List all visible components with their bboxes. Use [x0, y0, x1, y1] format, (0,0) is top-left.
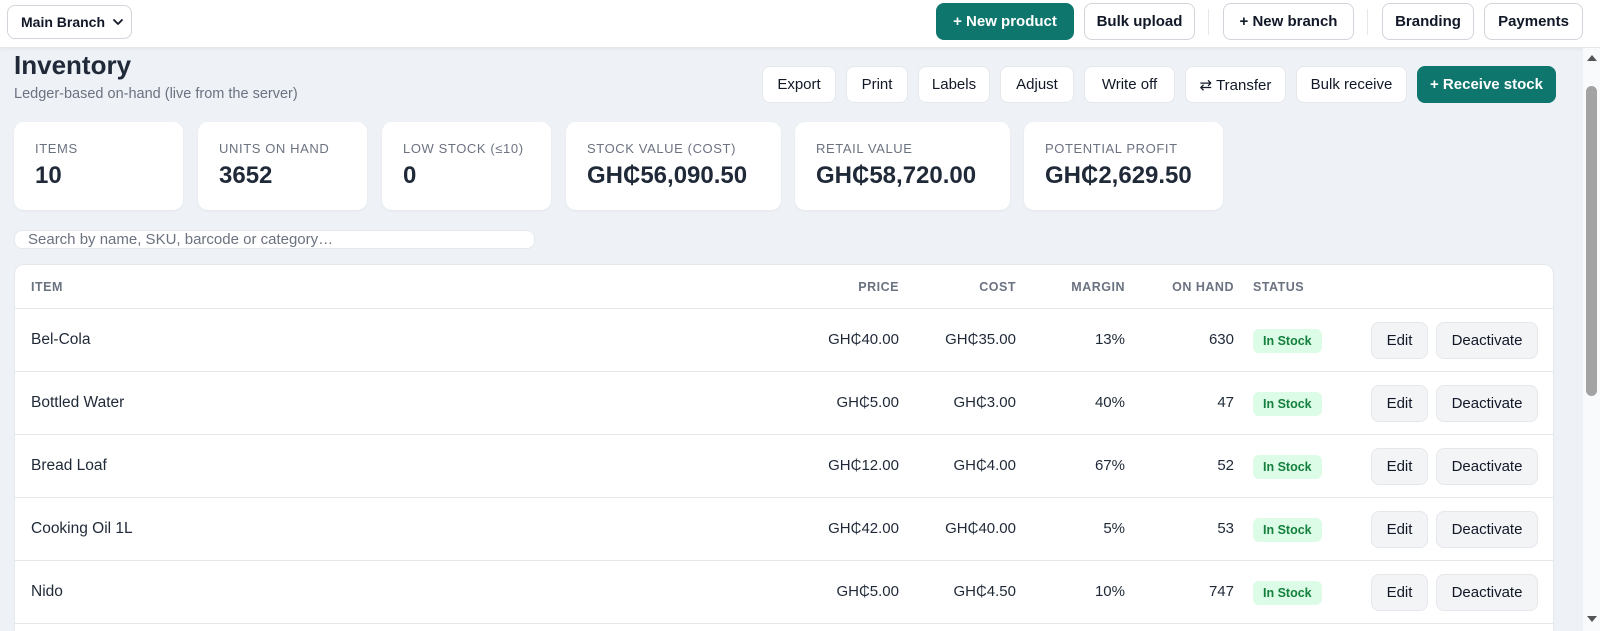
column-header-margin[interactable]: MARGIN — [1025, 280, 1125, 294]
item-on-hand: 747 — [1208, 583, 1234, 600]
stat-label: LOW STOCK (≤10) — [403, 141, 524, 156]
stat-value: 0 — [403, 162, 417, 189]
top-bar: Main Branch + New product Bulk upload + … — [0, 0, 1600, 48]
column-header-item[interactable]: ITEM — [31, 280, 63, 294]
stat-card-stock-value: STOCK VALUE (COST) GH₵56,090.50 — [566, 122, 781, 210]
item-price: GH₵42.00 — [828, 520, 899, 537]
stat-card-retail-value: RETAIL VALUE GH₵58,720.00 — [795, 122, 1010, 210]
edit-button[interactable]: Edit — [1371, 511, 1428, 548]
item-name: Bel-Cola — [31, 331, 91, 348]
receive-stock-button[interactable]: + Receive stock — [1417, 66, 1556, 103]
item-margin: 40% — [1094, 394, 1125, 411]
column-header-status[interactable]: STATUS — [1253, 280, 1304, 294]
edit-button[interactable]: Edit — [1371, 385, 1428, 422]
edit-button[interactable]: Edit — [1371, 448, 1428, 485]
inventory-table: ITEM PRICE COST MARGIN ON HAND STATUS Be… — [14, 264, 1554, 631]
chevron-down-icon — [113, 19, 123, 25]
table-row: Cooking Oil 1L GH₵42.00 GH₵40.00 5% 53 I… — [15, 498, 1553, 561]
item-price: GH₵5.00 — [836, 394, 899, 411]
item-cost: GH₵40.00 — [945, 520, 1016, 537]
item-margin: 5% — [1103, 520, 1125, 537]
item-price: GH₵5.00 — [836, 583, 899, 600]
item-name: Bottled Water — [31, 394, 125, 411]
stat-value: GH₵58,720.00 — [816, 162, 977, 189]
status-badge: In Stock — [1253, 392, 1322, 416]
page-title: Inventory — [14, 50, 132, 80]
page-subtitle: Ledger-based on-hand (live from the serv… — [14, 86, 298, 102]
branch-select[interactable]: Main Branch — [7, 5, 132, 39]
write-off-button[interactable]: Write off — [1084, 66, 1175, 103]
item-on-hand: 47 — [1217, 394, 1234, 411]
branding-button[interactable]: Branding — [1382, 3, 1474, 40]
table-row: Bottled Water GH₵5.00 GH₵3.00 40% 47 In … — [15, 372, 1553, 435]
table-row: Bread Loaf GH₵12.00 GH₵4.00 67% 52 In St… — [15, 435, 1553, 498]
toolbar-divider — [1208, 9, 1209, 35]
item-cost: GH₵4.00 — [953, 457, 1016, 474]
stat-card-low-stock: LOW STOCK (≤10) 0 — [382, 122, 551, 210]
column-header-price[interactable]: PRICE — [805, 280, 899, 294]
stat-card-items: ITEMS 10 — [14, 122, 183, 210]
item-margin: 13% — [1094, 331, 1125, 348]
table-row: Nido GH₵5.00 GH₵4.50 10% 747 In Stock Ed… — [15, 561, 1553, 624]
table-header: ITEM PRICE COST MARGIN ON HAND STATUS — [15, 265, 1553, 309]
item-cost: GH₵3.00 — [953, 394, 1016, 411]
scrollbar-thumb[interactable] — [1586, 86, 1597, 396]
branch-select-label: Main Branch — [21, 14, 106, 30]
item-name: Cooking Oil 1L — [31, 520, 133, 537]
stat-label: ITEMS — [35, 141, 78, 156]
stat-label: POTENTIAL PROFIT — [1045, 141, 1178, 156]
column-header-on-hand[interactable]: ON HAND — [1135, 280, 1234, 294]
stat-value: GH₵56,090.50 — [587, 162, 748, 189]
search-input[interactable] — [14, 230, 535, 249]
status-badge: In Stock — [1253, 329, 1322, 353]
column-header-cost[interactable]: COST — [915, 280, 1016, 294]
labels-button[interactable]: Labels — [918, 66, 990, 103]
deactivate-button[interactable]: Deactivate — [1436, 385, 1538, 422]
deactivate-button[interactable]: Deactivate — [1436, 511, 1538, 548]
new-branch-button[interactable]: + New branch — [1223, 3, 1354, 40]
page-scrollbar[interactable] — [1583, 48, 1600, 631]
deactivate-button[interactable]: Deactivate — [1436, 574, 1538, 611]
edit-button[interactable]: Edit — [1371, 322, 1428, 359]
transfer-button[interactable]: ⇄ Transfer — [1185, 66, 1286, 103]
stat-value: 10 — [35, 162, 62, 189]
stat-value: GH₵2,629.50 — [1045, 162, 1192, 189]
stat-label: STOCK VALUE (COST) — [587, 141, 737, 156]
export-button[interactable]: Export — [762, 66, 836, 103]
scroll-up-arrow-icon[interactable] — [1587, 55, 1597, 61]
item-cost: GH₵35.00 — [945, 331, 1016, 348]
payments-button[interactable]: Payments — [1484, 3, 1583, 40]
adjust-button[interactable]: Adjust — [1000, 66, 1074, 103]
stat-value: 3652 — [219, 162, 273, 189]
bulk-receive-button[interactable]: Bulk receive — [1296, 66, 1407, 103]
edit-button[interactable]: Edit — [1371, 574, 1428, 611]
stat-card-units-on-hand: UNITS ON HAND 3652 — [198, 122, 367, 210]
item-cost: GH₵4.50 — [953, 583, 1016, 600]
bulk-upload-button[interactable]: Bulk upload — [1084, 3, 1195, 40]
deactivate-button[interactable]: Deactivate — [1436, 448, 1538, 485]
print-button[interactable]: Print — [846, 66, 908, 103]
deactivate-button[interactable]: Deactivate — [1436, 322, 1538, 359]
item-price: GH₵40.00 — [828, 331, 899, 348]
item-margin: 10% — [1094, 583, 1125, 600]
item-on-hand: 52 — [1217, 457, 1234, 474]
table-row: Bel-Cola GH₵40.00 GH₵35.00 13% 630 In St… — [15, 309, 1553, 372]
item-on-hand: 630 — [1208, 331, 1234, 348]
item-price: GH₵12.00 — [828, 457, 899, 474]
item-name: Nido — [31, 583, 63, 600]
new-product-button[interactable]: + New product — [936, 3, 1074, 40]
item-name: Bread Loaf — [31, 457, 107, 474]
status-badge: In Stock — [1253, 518, 1322, 542]
status-badge: In Stock — [1253, 455, 1322, 479]
status-badge: In Stock — [1253, 581, 1322, 605]
item-margin: 67% — [1094, 457, 1125, 474]
stat-card-potential-profit: POTENTIAL PROFIT GH₵2,629.50 — [1024, 122, 1223, 210]
toolbar-divider — [1367, 9, 1368, 35]
stat-label: RETAIL VALUE — [816, 141, 913, 156]
stat-label: UNITS ON HAND — [219, 141, 330, 156]
item-on-hand: 53 — [1217, 520, 1234, 537]
scroll-down-arrow-icon[interactable] — [1587, 616, 1597, 622]
